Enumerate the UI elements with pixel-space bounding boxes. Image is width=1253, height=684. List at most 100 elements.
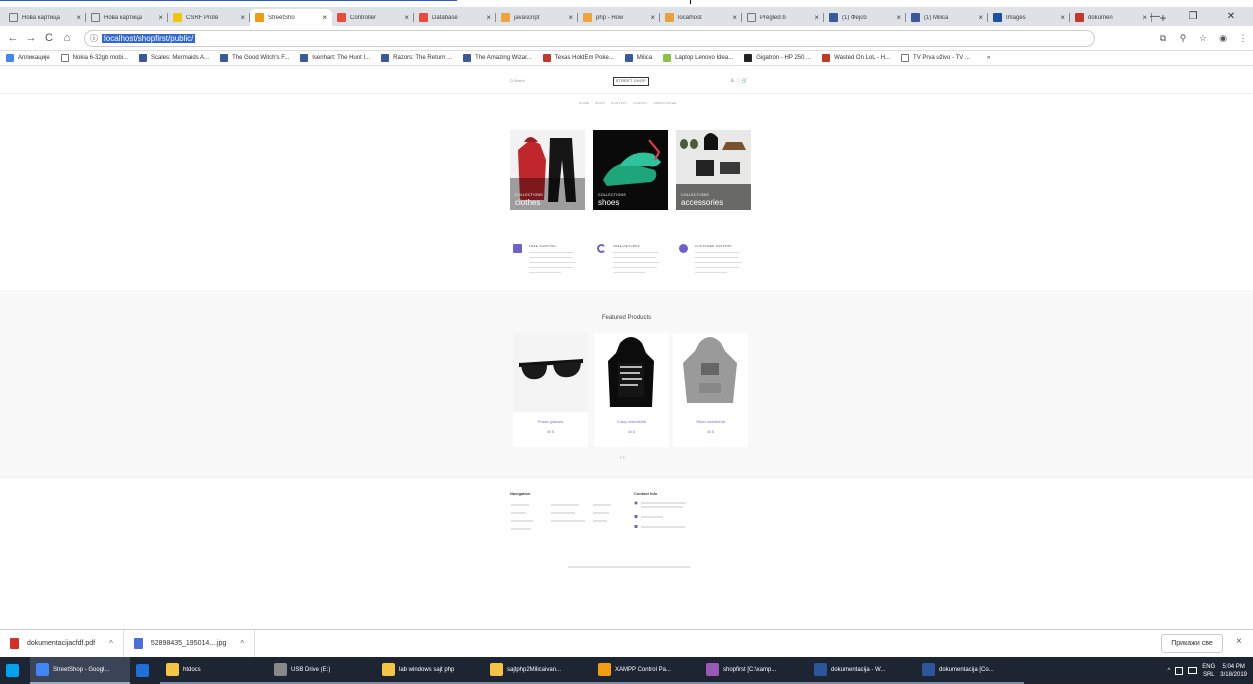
category-accessories[interactable]: COLLECTIONS accessories [676, 130, 751, 210]
tab-9[interactable]: Pregled b × [742, 9, 824, 26]
menu-item[interactable]: SHOP [595, 101, 605, 105]
taskbar-item[interactable]: XAMPP Control Pa... [592, 657, 700, 684]
tab-close-icon[interactable]: × [76, 13, 81, 22]
taskbar-item[interactable]: StreetShop - Googl... [30, 657, 130, 684]
tab-label: Pregled b [760, 14, 786, 21]
shop-logo[interactable]: STREET SHOP [613, 77, 649, 86]
bookmark-item[interactable]: Wasted On LoL - H... [822, 54, 890, 62]
product-name[interactable]: Prada glasses [513, 419, 588, 424]
taskbar-item[interactable]: USB Drive (E:) [268, 657, 376, 684]
tab-8[interactable]: localhost × [660, 9, 742, 26]
minimize-button[interactable]: — [1136, 7, 1174, 26]
taskbar-label: htdocs [183, 666, 201, 673]
close-window-button[interactable]: ✕ [1212, 7, 1250, 26]
tab-5[interactable]: Database × [414, 9, 496, 26]
taskbar-item[interactable] [130, 657, 160, 684]
product-name[interactable]: Silver sweatshirt [673, 419, 748, 424]
clock[interactable]: 5:04 PM 3/18/2019 [1220, 663, 1247, 679]
tab-close-icon[interactable]: × [568, 13, 573, 22]
close-downloads-icon[interactable]: × [1236, 636, 1242, 647]
menu-item[interactable]: LOGOUT [633, 101, 647, 105]
tray-chevron-icon[interactable]: ^ [1167, 668, 1170, 674]
taskbar-item[interactable]: dokumentacija - W... [808, 657, 916, 684]
taskbar-item[interactable]: sajtphp2Milicaivan... [484, 657, 592, 684]
reload-button[interactable]: C [40, 29, 58, 47]
taskbar-item[interactable]: htdocs [160, 657, 268, 684]
language-indicator[interactable]: ENG SRL [1202, 663, 1215, 679]
profile-icon[interactable]: ◉ [1213, 33, 1233, 44]
bookmark-item[interactable]: Апликације [6, 54, 50, 62]
network-icon[interactable] [1188, 667, 1198, 674]
bookmark-item[interactable]: Nokia 6-32gb mobi... [60, 54, 128, 62]
tab-12[interactable]: Images × [988, 9, 1070, 26]
url-text[interactable]: localhost/shopfirst/public/ [102, 33, 196, 43]
tab-close-icon[interactable]: × [240, 13, 245, 22]
product-card[interactable]: Prada glasses 60 $ [513, 333, 588, 447]
download-menu-chevron-icon[interactable]: ^ [240, 639, 244, 648]
tab-1[interactable]: Нова картица × [86, 9, 168, 26]
forward-button[interactable]: → [22, 29, 40, 47]
menu-item[interactable]: HOME [579, 101, 589, 105]
toolbar: ← → C ⌂ ⓘ localhost/shopfirst/public/ ⧉ … [0, 26, 1253, 51]
tab-close-icon[interactable]: × [896, 13, 901, 22]
tab-11[interactable]: (1) Milica × [906, 9, 988, 26]
bookmark-item[interactable]: Laptop Lenovo Idea... [663, 54, 733, 62]
shop-search[interactable]: Q Search [510, 79, 525, 83]
tab-6[interactable]: javascript × [496, 9, 578, 26]
translate-icon[interactable]: ⧉ [1153, 33, 1173, 44]
bookmark-item[interactable]: The Amazing Wizar... [463, 54, 532, 62]
taskbar-item[interactable]: lab windows sajt php [376, 657, 484, 684]
taskbar-item[interactable]: shopfirst [C:\xamp... [700, 657, 808, 684]
maximize-button[interactable]: ❐ [1174, 7, 1212, 26]
bookmark-item[interactable]: TV Prva uživo - TV ... [901, 54, 970, 62]
tab-10[interactable]: (1) Фејсб × [824, 9, 906, 26]
bookmark-item[interactable]: Texas HoldEm Poke... [542, 54, 614, 62]
bookmark-item[interactable]: Razors: The Return ... [381, 54, 452, 62]
product-card[interactable]: Crazy sweatshirt 40 $ [594, 333, 669, 447]
bookmark-item[interactable]: Scales: Mermaids A... [139, 54, 209, 62]
header-icons[interactable]: ♙ ♡ 🛒 [730, 78, 748, 84]
tab-close-icon[interactable]: × [158, 13, 163, 22]
menu-icon[interactable]: ⋮ [1233, 33, 1253, 44]
menu-item[interactable]: ADMIN PANEL [654, 101, 677, 105]
home-button[interactable]: ⌂ [58, 29, 76, 47]
taskbar-item[interactable]: dokumentacija [Co... [916, 657, 1024, 684]
tab-0[interactable]: Нова картица × [4, 9, 86, 26]
feature-title: FREE RETURNS [613, 244, 640, 248]
more-bookmarks-icon[interactable]: » [987, 55, 990, 61]
site-info-icon[interactable]: ⓘ [90, 33, 98, 44]
tab-close-icon[interactable]: × [404, 13, 409, 22]
back-button[interactable]: ← [4, 29, 22, 47]
show-all-downloads-button[interactable]: Прикажи све [1161, 634, 1223, 653]
product-card[interactable]: Silver sweatshirt 40 $ [673, 333, 748, 447]
menu-item[interactable]: CONTACT [611, 101, 627, 105]
tab-close-icon[interactable]: × [1060, 13, 1065, 22]
product-name[interactable]: Crazy sweatshirt [594, 419, 669, 424]
zoom-icon[interactable]: ⚲ [1173, 33, 1193, 44]
tab-7[interactable]: php - How × [578, 9, 660, 26]
category-clothes[interactable]: COLLECTIONS clothes [510, 130, 585, 210]
tab-close-icon[interactable]: × [732, 13, 737, 22]
tab-close-icon[interactable]: × [650, 13, 655, 22]
tab-3[interactable]: StreetSho × [250, 9, 332, 26]
tab-4[interactable]: Controller × [332, 9, 414, 26]
download-item[interactable]: dokumentacijacfdf.pdf ^ [0, 629, 124, 658]
tab-close-icon[interactable]: × [978, 13, 983, 22]
battery-icon[interactable] [1175, 666, 1184, 675]
bookmark-item[interactable]: Milica [624, 54, 652, 62]
bookmark-item[interactable]: Gigatron - HP 250 ... [744, 54, 811, 62]
bookmark-star-icon[interactable]: ☆ [1193, 33, 1213, 44]
carousel-arrows[interactable]: ‹ › [620, 455, 625, 461]
category-shoes[interactable]: COLLECTIONS shoes [593, 130, 668, 210]
taskbar-item[interactable] [0, 657, 30, 684]
address-bar[interactable]: ⓘ localhost/shopfirst/public/ [84, 29, 1095, 47]
tab-close-icon[interactable]: × [486, 13, 491, 22]
tab-close-icon[interactable]: × [814, 13, 819, 22]
bookmark-item[interactable]: Isenhart: The Hunt I... [300, 54, 370, 62]
download-item[interactable]: 52898435_195014....jpg ^ [124, 629, 256, 658]
bookmark-item[interactable]: The Good Witch's F... [220, 54, 289, 62]
bookmark-favicon-icon [542, 54, 551, 62]
tab-close-icon[interactable]: × [322, 13, 327, 22]
tab-2[interactable]: CSRF Prote × [168, 9, 250, 26]
download-menu-chevron-icon[interactable]: ^ [109, 639, 113, 648]
